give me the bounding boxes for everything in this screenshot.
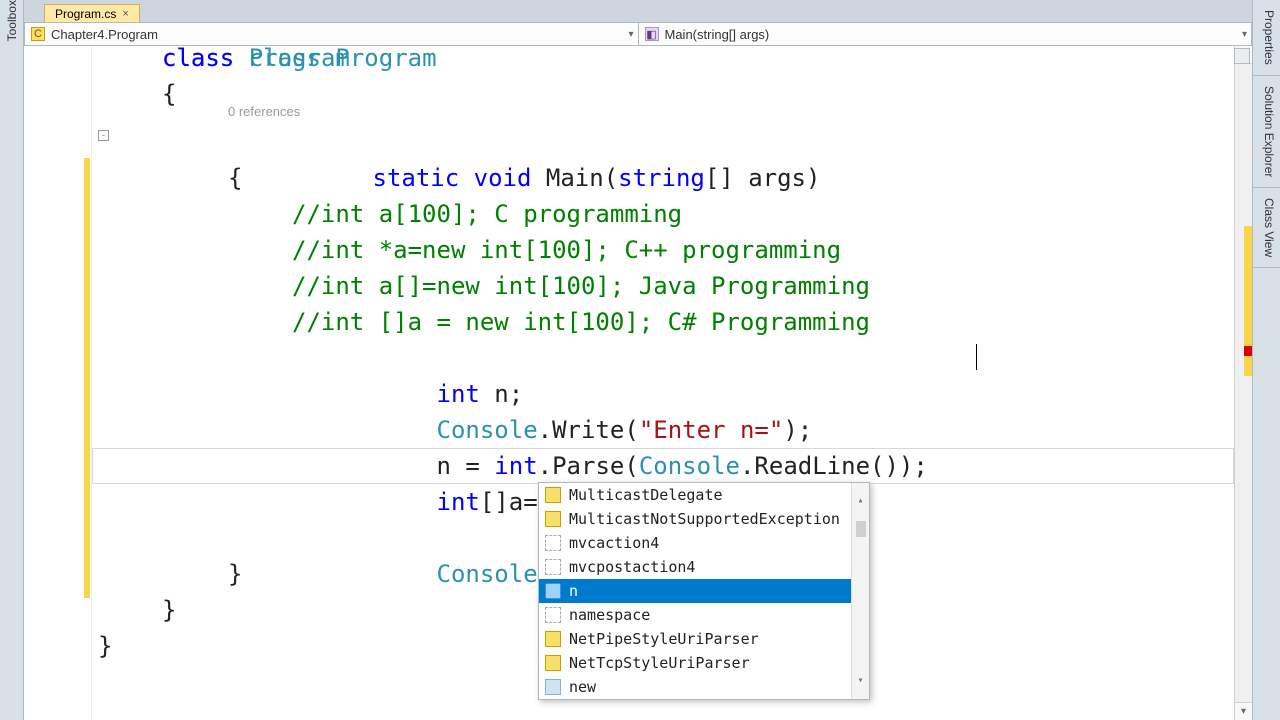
code-text: Main( (531, 164, 618, 192)
delegate-icon (545, 511, 561, 527)
tab-program-cs[interactable]: Program.cs × (44, 4, 140, 22)
nav-member-dropdown[interactable]: ◧ Main(string[] args) ▾ (639, 23, 1252, 45)
snippet-icon (545, 559, 561, 575)
main-column: Program.cs × C Chapter4.Program ▾ ◧ Main… (24, 0, 1252, 720)
snippet-icon (545, 535, 561, 551)
delegate-icon (545, 631, 561, 647)
snippet-icon (545, 607, 561, 623)
code-text: } (98, 632, 112, 660)
scroll-down-icon[interactable]: ▾ (857, 663, 863, 699)
method-icon: ◧ (645, 27, 659, 41)
field-icon (545, 583, 561, 599)
nav-member-label: Main(string[] args) (665, 27, 770, 42)
delegate-icon (545, 655, 561, 671)
code-text: static void (373, 164, 532, 192)
codelens-references[interactable]: 0 references (228, 104, 300, 120)
left-sidebar-toolbox[interactable]: Toolbox (0, 0, 24, 720)
code-comment: //int []a = new int[100]; C# Programming (292, 308, 870, 336)
intellisense-item-label: NetTcpStyleUriParser (569, 645, 750, 681)
delegate-icon (545, 487, 561, 503)
code-comment: //int a[100]; C programming (292, 200, 682, 228)
class-icon: C (31, 27, 45, 41)
intellisense-popup[interactable]: MulticastDelegateMulticastNotSupportedEx… (538, 482, 870, 700)
change-marker (84, 158, 90, 598)
text-cursor (976, 344, 977, 370)
class-view-tab[interactable]: Class View (1253, 188, 1280, 268)
scrollbar-thumb[interactable] (856, 521, 866, 537)
intellisense-scrollbar[interactable]: ▴ ▾ (851, 483, 869, 699)
intellisense-item-label: new (569, 669, 596, 705)
code-editor[interactable]: - class class Program x class Program { … (24, 46, 1252, 720)
code-text: { (228, 164, 242, 192)
close-icon[interactable]: × (122, 8, 128, 20)
editor-vertical-scrollbar[interactable]: ▴ ▾ (1234, 46, 1252, 720)
properties-tab[interactable]: Properties (1253, 0, 1280, 76)
sidebar-tab-label: Class View (1262, 198, 1276, 257)
code-text: []a= (480, 488, 538, 516)
sidebar-tab-label: Properties (1262, 10, 1276, 65)
nav-type-label: Chapter4.Program (51, 27, 158, 42)
toolbox-label: Toolbox (5, 0, 19, 45)
code-text: .ReadLine()); (740, 452, 928, 480)
navigation-bar: C Chapter4.Program ▾ ◧ Main(string[] arg… (24, 22, 1252, 46)
editor-gutter: - (24, 46, 92, 720)
error-marker (1244, 346, 1252, 356)
intellisense-item-label: mvcpostaction4 (569, 549, 695, 585)
ide-root: Toolbox Program.cs × C Chapter4.Program … (0, 0, 1280, 720)
chevron-down-icon: ▾ (1242, 29, 1247, 40)
intellisense-item[interactable]: mvcpostaction4 (539, 555, 851, 579)
nav-type-dropdown[interactable]: C Chapter4.Program ▾ (25, 23, 639, 45)
chevron-down-icon: ▾ (628, 29, 633, 40)
code-text: string (618, 164, 705, 192)
code-comment: //int a[]=new int[100]; Java Programming (292, 272, 870, 300)
tab-label: Program.cs (55, 7, 116, 21)
intellisense-list[interactable]: MulticastDelegateMulticastNotSupportedEx… (539, 483, 851, 699)
code-comment: //int *a=new int[100]; C++ programming (292, 236, 841, 264)
document-tabstrip: Program.cs × (24, 0, 1252, 22)
split-editor-icon[interactable] (1234, 48, 1250, 64)
keyword-icon (545, 679, 561, 695)
scroll-down-icon[interactable]: ▾ (1235, 702, 1252, 720)
code-text: } (162, 596, 176, 624)
scroll-up-icon[interactable]: ▴ (857, 483, 863, 519)
code-text: } (228, 560, 242, 588)
code-text: int (437, 488, 480, 516)
overview-ruler (1242, 86, 1252, 700)
code-text: Console (437, 560, 538, 588)
code-area[interactable]: class class Program x class Program { 0 … (92, 46, 1234, 720)
solution-explorer-tab[interactable]: Solution Explorer (1253, 76, 1280, 188)
sidebar-tab-label: Solution Explorer (1262, 86, 1276, 177)
code-text: [] args) (705, 164, 821, 192)
right-sidebar: Properties Solution Explorer Class View (1252, 0, 1280, 720)
